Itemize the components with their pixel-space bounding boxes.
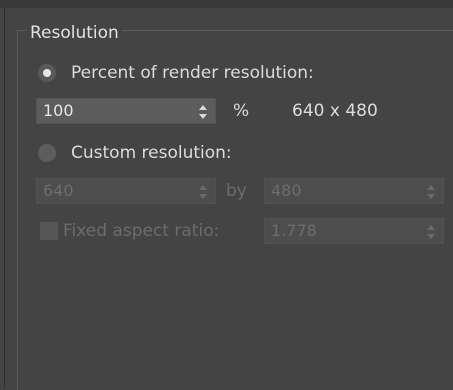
aspect-ratio-value[interactable]: 1.778 <box>271 221 317 241</box>
custom-radio-button[interactable] <box>38 144 56 162</box>
spinner-arrows-icon[interactable] <box>199 184 207 200</box>
percent-radio-label[interactable]: Percent of render resolution: <box>71 62 314 84</box>
custom-height-value[interactable]: 480 <box>271 181 302 201</box>
spinner-arrows-icon[interactable] <box>427 224 435 240</box>
group-title: Resolution <box>27 22 122 44</box>
percent-spinner[interactable]: 100 <box>36 98 216 124</box>
by-label: by <box>226 181 247 201</box>
percent-unit-label: % <box>233 101 250 121</box>
custom-width-value[interactable]: 640 <box>43 181 74 201</box>
custom-height-spinner[interactable]: 480 <box>264 178 444 204</box>
computed-resolution-readout: 640 x 480 <box>292 101 378 121</box>
spinner-arrows-icon[interactable] <box>427 184 435 200</box>
aspect-ratio-spinner[interactable]: 1.778 <box>264 218 444 244</box>
custom-radio-label[interactable]: Custom resolution: <box>71 142 232 164</box>
spinner-arrows-icon[interactable] <box>199 104 207 120</box>
custom-width-spinner[interactable]: 640 <box>36 178 216 204</box>
resolution-group-frame <box>17 30 453 390</box>
percent-value[interactable]: 100 <box>43 101 74 121</box>
top-strip <box>0 0 453 8</box>
fixed-aspect-label[interactable]: Fixed aspect ratio: <box>63 220 219 242</box>
percent-radio-button[interactable] <box>38 64 56 82</box>
fixed-aspect-checkbox[interactable] <box>40 222 58 240</box>
